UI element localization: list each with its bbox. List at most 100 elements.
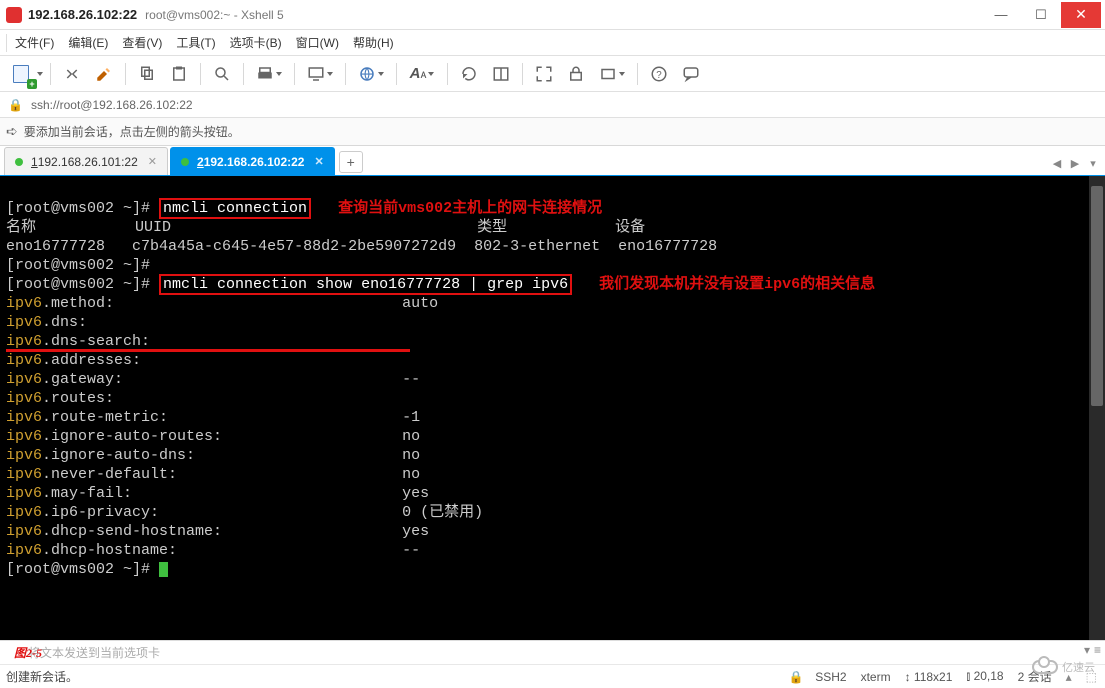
v-method: auto xyxy=(402,295,438,312)
tab-strip: 1 192.168.26.101:22 ✕ 2 192.168.26.102:2… xyxy=(0,146,1105,176)
k-iad: ipv6 xyxy=(6,447,42,464)
v-nd: no xyxy=(402,466,420,483)
k-dh: ipv6 xyxy=(6,542,42,559)
tab-2-num: 2 xyxy=(197,155,204,169)
ssh-lock-icon: 🔒 xyxy=(8,98,23,112)
address-url[interactable]: ssh://root@192.168.26.102:22 xyxy=(31,98,193,112)
minimize-button[interactable]: — xyxy=(981,2,1021,28)
paint-icon[interactable] xyxy=(89,61,119,87)
toolbar: + Aᴀ ? xyxy=(0,56,1105,92)
status-protocol: SSH2 xyxy=(815,670,846,684)
v-ip6p: 0 (已禁用) xyxy=(402,504,483,521)
hdr-device: 设备 xyxy=(615,219,645,236)
tab-1-label: 192.168.26.101:22 xyxy=(38,155,138,169)
status-term: xterm xyxy=(861,670,891,684)
search-icon[interactable] xyxy=(207,61,237,87)
k-ip6p: ipv6 xyxy=(6,504,42,521)
refresh-icon[interactable] xyxy=(454,61,484,87)
connection-dot-icon xyxy=(15,158,23,166)
titlebar: 192.168.26.102:22 root@vms002:~ - Xshell… xyxy=(0,0,1105,30)
input-strip: 将文本发送到当前选项卡 图2-5 ▾ ≡ xyxy=(0,640,1105,664)
k-gw: ipv6 xyxy=(6,371,42,388)
copy-icon[interactable] xyxy=(132,61,162,87)
k-dnss: ipv6 xyxy=(6,333,42,350)
row-device: eno16777728 xyxy=(618,238,717,255)
terminal[interactable]: [root@vms002 ~]# nmcli connection 查询当前vm… xyxy=(0,176,1089,640)
k-rm: ipv6 xyxy=(6,409,42,426)
menu-view[interactable]: 查看(V) xyxy=(122,34,162,51)
cut-icon[interactable] xyxy=(57,61,87,87)
status-bar: 创建新会话。 🔒 SSH2 xterm ↕ 118x21 ⫾ 20,18 2 会… xyxy=(0,664,1105,688)
k-routes: ipv6 xyxy=(6,390,42,407)
watermark: 亿速云 xyxy=(1032,659,1095,675)
input-panel-icon[interactable]: ≡ xyxy=(1094,643,1101,657)
red-underline xyxy=(6,349,410,352)
hdr-name: 名称 xyxy=(6,219,36,236)
k-dns: ipv6 xyxy=(6,314,42,331)
menu-help[interactable]: 帮助(H) xyxy=(353,34,394,51)
tab-1-num: 1 xyxy=(31,155,38,169)
hint-text: 要添加当前会话，点击左侧的箭头按钮。 xyxy=(24,123,240,140)
annotation-2: 我们发现本机并没有设置ipv6的相关信息 xyxy=(599,276,875,293)
input-placeholder[interactable]: 将文本发送到当前选项卡 xyxy=(28,644,160,661)
row-name: eno16777728 xyxy=(6,238,105,255)
hdr-uuid: UUID xyxy=(135,219,171,236)
fullscreen-icon[interactable] xyxy=(529,61,559,87)
tab-scroll-left-icon[interactable]: ◀ xyxy=(1049,155,1065,171)
menu-file[interactable]: 文件(F) xyxy=(15,34,54,51)
cmd1: nmcli connection xyxy=(159,198,311,219)
v-rm: -1 xyxy=(402,409,420,426)
terminal-scrollbar[interactable] xyxy=(1089,176,1105,640)
font-icon[interactable]: Aᴀ xyxy=(403,61,441,87)
screen-icon[interactable] xyxy=(301,61,339,87)
prompt: [root@vms002 ~]# xyxy=(6,200,159,217)
prompt: [root@vms002 ~]# xyxy=(6,561,159,578)
tab-scroll-right-icon[interactable]: ▶ xyxy=(1067,155,1083,171)
k-addr: ipv6 xyxy=(6,352,42,369)
status-lock-icon: 🔒 xyxy=(789,670,804,684)
k-iar: ipv6 xyxy=(6,428,42,445)
menu-tools[interactable]: 工具(T) xyxy=(176,34,215,51)
print-icon[interactable] xyxy=(250,61,288,87)
view-mode-icon[interactable] xyxy=(593,61,631,87)
tab-add-button[interactable]: + xyxy=(339,151,363,173)
maximize-button[interactable]: ☐ xyxy=(1021,2,1061,28)
title-subtitle: root@vms002:~ - Xshell 5 xyxy=(145,8,284,22)
row-uuid: c7b4a45a-c645-4e57-88d2-2be5907272d9 xyxy=(132,238,456,255)
input-dropdown-icon[interactable]: ▾ xyxy=(1084,643,1090,657)
menu-tab[interactable]: 选项卡(B) xyxy=(230,34,282,51)
hint-bar: ➪ 要添加当前会话，点击左侧的箭头按钮。 xyxy=(0,118,1105,146)
tab-2-label: 192.168.26.102:22 xyxy=(204,155,305,169)
chat-icon[interactable] xyxy=(676,61,706,87)
terminal-area: [root@vms002 ~]# nmcli connection 查询当前vm… xyxy=(0,176,1105,640)
v-iar: no xyxy=(402,428,420,445)
title-host: 192.168.26.102:22 xyxy=(28,7,137,22)
svg-text:?: ? xyxy=(656,69,662,80)
paste-icon[interactable] xyxy=(164,61,194,87)
tab-close-icon[interactable]: ✕ xyxy=(148,155,157,168)
k-method: ipv6 xyxy=(6,295,42,312)
close-window-button[interactable]: ✕ xyxy=(1061,2,1101,28)
status-left: 创建新会话。 xyxy=(6,668,78,685)
tab-list-icon[interactable]: ▾ xyxy=(1085,155,1101,171)
lock-icon[interactable] xyxy=(561,61,591,87)
status-pos: 20,18 xyxy=(974,669,1004,683)
hint-arrow-icon[interactable]: ➪ xyxy=(6,123,18,140)
cmd2: nmcli connection show eno16777728 | grep… xyxy=(159,274,572,295)
menu-edit[interactable]: 编辑(E) xyxy=(68,34,108,51)
v-iad: no xyxy=(402,447,420,464)
row-type: 802-3-ethernet xyxy=(474,238,600,255)
help-icon[interactable]: ? xyxy=(644,61,674,87)
v-gw: -- xyxy=(402,371,420,388)
globe-icon[interactable] xyxy=(352,61,390,87)
app-icon xyxy=(6,7,22,23)
menu-window[interactable]: 窗口(W) xyxy=(296,34,339,51)
tab-close-icon[interactable]: ✕ xyxy=(314,155,323,168)
columns-icon[interactable] xyxy=(486,61,516,87)
tab-2[interactable]: 2 192.168.26.102:22 ✕ xyxy=(170,147,335,175)
menubar: 文件(F) 编辑(E) 查看(V) 工具(T) 选项卡(B) 窗口(W) 帮助(… xyxy=(0,30,1105,56)
scrollbar-thumb[interactable] xyxy=(1091,186,1103,406)
tab-1[interactable]: 1 192.168.26.101:22 ✕ xyxy=(4,147,168,175)
annotation-1: 查询当前vms002主机上的网卡连接情况 xyxy=(338,200,602,217)
new-session-button[interactable]: + xyxy=(6,61,44,87)
